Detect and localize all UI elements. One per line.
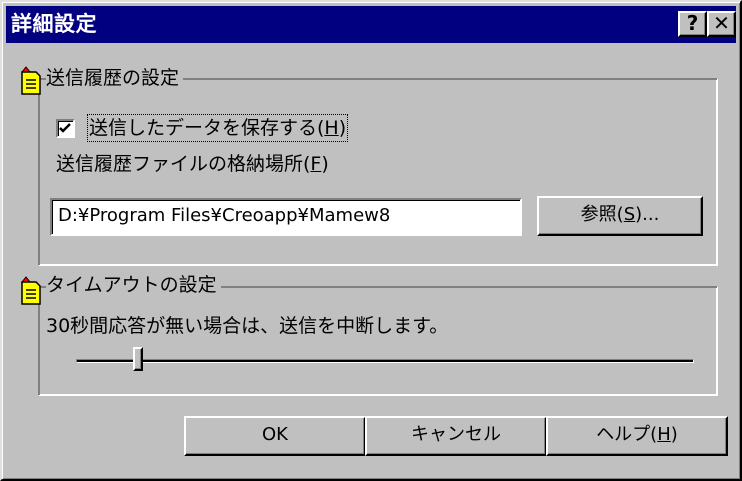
browse-button[interactable]: 参照(S)... bbox=[537, 196, 703, 236]
dialog-title: 詳細設定 bbox=[11, 12, 97, 36]
history-group-legend: 送信履歴の設定 bbox=[46, 66, 184, 90]
timeout-slider-thumb[interactable] bbox=[133, 347, 143, 371]
history-path-input[interactable]: D:¥Program Files¥Creoapp¥Mamew8 bbox=[50, 198, 522, 236]
checkmark-icon bbox=[59, 123, 71, 133]
save-history-checkbox[interactable] bbox=[56, 119, 75, 138]
history-location-label: 送信履歴ファイルの格納場所(F) bbox=[56, 153, 329, 175]
timeout-description: 30秒間応答が無い場合は、送信を中断します。 bbox=[46, 315, 449, 337]
context-help-button[interactable]: ? bbox=[678, 11, 707, 37]
note-icon bbox=[20, 276, 41, 305]
advanced-settings-dialog: 詳細設定 ? ✕ 送信履歴の設定 送信したデータを保存する(H) 送信履歴ファイ… bbox=[0, 0, 742, 481]
close-icon: ✕ bbox=[713, 11, 730, 35]
timeout-group-legend: タイムアウトの設定 bbox=[46, 273, 221, 297]
cancel-button[interactable]: キャンセル bbox=[365, 416, 547, 456]
note-icon bbox=[20, 66, 41, 95]
save-history-label[interactable]: 送信したデータを保存する(H) bbox=[86, 114, 349, 142]
timeout-slider-track[interactable] bbox=[76, 359, 694, 363]
ok-button[interactable]: OK bbox=[184, 416, 366, 456]
question-icon: ? bbox=[686, 11, 699, 35]
title-bar[interactable]: 詳細設定 ? ✕ bbox=[6, 6, 736, 43]
timeout-groupbox bbox=[38, 286, 718, 396]
help-button[interactable]: ヘルプ(H) bbox=[546, 416, 728, 456]
close-button[interactable]: ✕ bbox=[707, 11, 736, 37]
